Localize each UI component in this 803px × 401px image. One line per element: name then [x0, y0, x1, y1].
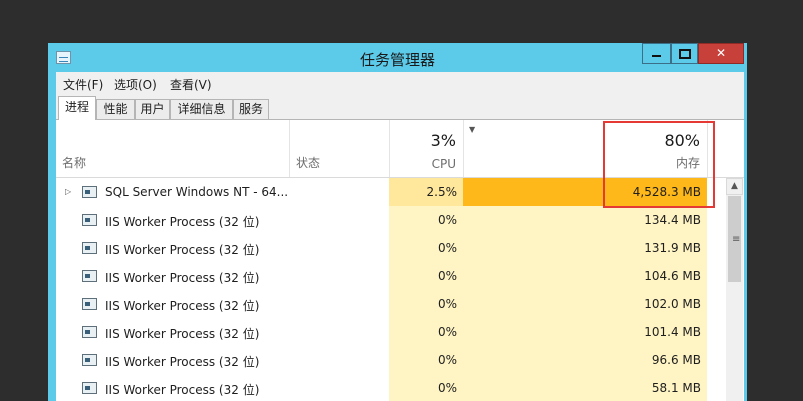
process-row[interactable]: IIS Worker Process (32 位) 0% 58.1 MB	[56, 374, 736, 401]
title-bar[interactable]: 任务管理器 ✕	[48, 43, 747, 72]
process-icon	[82, 326, 97, 338]
process-row[interactable]: IIS Worker Process (32 位) 0% 102.0 MB	[56, 290, 736, 318]
process-name: IIS Worker Process (32 位)	[105, 299, 260, 313]
process-cpu-value: 0%	[437, 353, 457, 367]
scroll-up-button[interactable]: ▲	[726, 178, 743, 195]
process-cpu: 0%	[389, 318, 463, 346]
menu-file[interactable]: 文件(F)	[63, 76, 103, 93]
process-icon	[82, 270, 97, 282]
cpu-total-percent: 3%	[430, 131, 456, 150]
process-memory: 101.4 MB	[463, 318, 707, 346]
maximize-button[interactable]	[671, 43, 698, 64]
process-memory: 134.4 MB	[463, 206, 707, 234]
process-memory-value: 101.4 MB	[644, 325, 701, 339]
process-name: IIS Worker Process (32 位)	[105, 327, 260, 341]
process-cpu-value: 0%	[437, 381, 457, 395]
process-cpu-value: 2.5%	[426, 185, 458, 199]
expand-chevron-icon[interactable]: ▷	[65, 187, 71, 196]
tab-processes[interactable]: 进程	[58, 96, 96, 120]
process-cpu-value: 0%	[437, 213, 457, 227]
process-name: IIS Worker Process (32 位)	[105, 243, 260, 257]
sort-descending-icon: ▼	[469, 125, 476, 134]
process-row[interactable]: ▷ SQL Server Windows NT - 64... 2.5% 4,528.…	[56, 178, 736, 206]
close-icon: ✕	[715, 46, 727, 60]
tab-users[interactable]: 用户	[135, 99, 170, 119]
tab-strip: 进程 性能 用户 详细信息 服务	[56, 96, 744, 120]
process-memory-value: 96.6 MB	[651, 353, 701, 367]
minimize-icon	[652, 54, 661, 57]
column-name[interactable]: 名称	[56, 120, 289, 177]
process-cpu-value: 0%	[437, 269, 457, 283]
tab-details[interactable]: 详细信息	[170, 99, 233, 119]
process-row[interactable]: IIS Worker Process (32 位) 0% 131.9 MB	[56, 234, 736, 262]
process-row[interactable]: IIS Worker Process (32 位) 0% 101.4 MB	[56, 318, 736, 346]
scrollbar-thumb[interactable]: ≡	[728, 196, 741, 282]
scroll-up-icon: ▲	[731, 181, 738, 191]
column-header: 名称 状态 3% CPU ▼ 80% 内存	[56, 120, 744, 177]
process-memory: 131.9 MB	[463, 234, 707, 262]
tab-services[interactable]: 服务	[233, 99, 269, 119]
column-extra	[707, 120, 744, 177]
process-name: IIS Worker Process (32 位)	[105, 215, 260, 229]
process-row[interactable]: IIS Worker Process (32 位) 0% 104.6 MB	[56, 262, 736, 290]
process-cpu: 0%	[389, 234, 463, 262]
process-cpu: 0%	[389, 262, 463, 290]
column-cpu-label: CPU	[431, 157, 456, 171]
process-memory: 104.6 MB	[463, 262, 707, 290]
process-memory-value: 4,528.3 MB	[632, 185, 701, 199]
process-name: IIS Worker Process (32 位)	[105, 355, 260, 369]
process-cpu: 0%	[389, 374, 463, 401]
process-icon	[82, 298, 97, 310]
process-memory: 96.6 MB	[463, 346, 707, 374]
process-name: IIS Worker Process (32 位)	[105, 271, 260, 285]
process-memory: 102.0 MB	[463, 290, 707, 318]
process-name: IIS Worker Process (32 位)	[105, 383, 260, 397]
memory-total-percent: 80%	[664, 131, 700, 150]
column-cpu[interactable]: 3% CPU	[389, 120, 463, 177]
process-list: 名称 状态 3% CPU ▼ 80% 内存 ▷ SQL Server Window…	[56, 119, 744, 401]
grip-icon: ≡	[732, 234, 741, 245]
process-memory-value: 102.0 MB	[644, 297, 701, 311]
process-cpu-value: 0%	[437, 241, 457, 255]
menu-bar: 文件(F) 选项(O) 查看(V)	[56, 72, 744, 94]
column-status-label: 状态	[296, 156, 321, 170]
process-cpu-value: 0%	[437, 297, 457, 311]
vertical-scrollbar[interactable]: ▲ ≡	[726, 178, 743, 401]
process-memory: 4,528.3 MB	[463, 178, 707, 206]
process-cpu: 2.5%	[389, 178, 463, 206]
process-memory-value: 104.6 MB	[644, 269, 701, 283]
close-button[interactable]: ✕	[698, 43, 744, 64]
process-row[interactable]: IIS Worker Process (32 位) 0% 96.6 MB	[56, 346, 736, 374]
process-name: SQL Server Windows NT - 64...	[105, 185, 289, 199]
tab-performance[interactable]: 性能	[96, 99, 135, 119]
process-row[interactable]: IIS Worker Process (32 位) 0% 134.4 MB	[56, 206, 736, 234]
process-icon	[82, 354, 97, 366]
process-icon	[82, 214, 97, 226]
process-cpu-value: 0%	[437, 325, 457, 339]
column-status[interactable]: 状态	[289, 120, 389, 177]
column-name-label: 名称	[62, 156, 87, 170]
column-memory[interactable]: ▼ 80% 内存	[463, 120, 707, 177]
menu-options[interactable]: 选项(O)	[114, 76, 157, 93]
process-icon	[82, 382, 97, 394]
process-cpu: 0%	[389, 206, 463, 234]
process-icon	[82, 242, 97, 254]
process-cpu: 0%	[389, 346, 463, 374]
client-area: 文件(F) 选项(O) 查看(V) 进程 性能 用户 详细信息 服务 名称 状态…	[56, 72, 744, 401]
process-memory-value: 58.1 MB	[651, 381, 701, 395]
process-memory-value: 131.9 MB	[644, 241, 701, 255]
task-manager-window: 任务管理器 ✕ 文件(F) 选项(O) 查看(V) 进程 性能 用户 详细信息 …	[48, 43, 747, 401]
process-memory: 58.1 MB	[463, 374, 707, 401]
process-memory-value: 134.4 MB	[644, 213, 701, 227]
process-cpu: 0%	[389, 290, 463, 318]
process-icon	[82, 186, 97, 198]
minimize-button[interactable]	[642, 43, 671, 64]
column-memory-label: 内存	[675, 156, 700, 170]
maximize-icon	[678, 48, 691, 59]
menu-view[interactable]: 查看(V)	[170, 76, 212, 93]
